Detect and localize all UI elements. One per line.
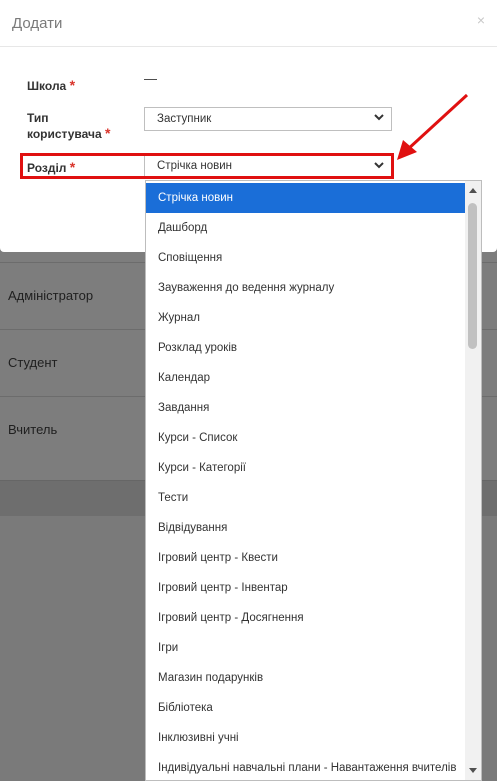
role-label: Адміністратор (8, 288, 94, 303)
dropdown-option[interactable]: Календар (146, 363, 465, 393)
school-label: Школа * (27, 77, 76, 94)
dropdown-option[interactable]: Курси - Список (146, 423, 465, 453)
section-dropdown-list: Стрічка новин Дашборд Сповіщення Зауваження… (145, 180, 482, 781)
dropdown-option[interactable]: Зауваження до ведення журналу (146, 273, 465, 303)
dropdown-option[interactable]: Дашборд (146, 213, 465, 243)
dropdown-option[interactable]: Ігровий центр - Інвентар (146, 573, 465, 603)
required-mark: * (69, 77, 76, 93)
dropdown-option[interactable]: Ігри (146, 633, 465, 663)
dropdown-option[interactable]: Журнал (146, 303, 465, 333)
required-mark: * (105, 125, 111, 141)
dropdown-option[interactable]: Відвідування (146, 513, 465, 543)
scroll-up-arrow-icon[interactable] (468, 185, 478, 195)
school-value: — (144, 71, 157, 86)
scroll-down-arrow-icon[interactable] (468, 766, 478, 776)
chevron-down-icon (374, 114, 384, 121)
dropdown-option[interactable]: Стрічка новин (146, 183, 465, 213)
dropdown-option[interactable]: Сповіщення (146, 243, 465, 273)
scrollbar-thumb[interactable] (468, 203, 477, 349)
dropdown-option[interactable]: Курси - Категорії (146, 453, 465, 483)
dropdown-option[interactable]: Ігровий центр - Досягнення (146, 603, 465, 633)
dropdown-option[interactable]: Магазин подарунків (146, 663, 465, 693)
highlight-box (20, 153, 394, 179)
role-label: Вчитель (8, 422, 58, 437)
dropdown-option[interactable]: Розклад уроків (146, 333, 465, 363)
modal-title: Додати (12, 15, 63, 32)
dropdown-option[interactable]: Завдання (146, 393, 465, 423)
close-button[interactable]: × (477, 12, 485, 28)
dropdown-option[interactable]: Інклюзивні учні (146, 723, 465, 753)
scrollbar[interactable] (465, 181, 481, 780)
dropdown-option[interactable]: Ігровий центр - Квести (146, 543, 465, 573)
dropdown-option[interactable]: Індивідуальні навчальні плани - Навантаж… (146, 753, 465, 780)
user-type-label: Тип користувача * (27, 111, 111, 141)
role-label: Студент (8, 355, 58, 370)
user-type-value: Заступник (157, 113, 212, 125)
dropdown-option[interactable]: Бібліотека (146, 693, 465, 723)
dropdown-option[interactable]: Тести (146, 483, 465, 513)
user-type-select[interactable]: Заступник (144, 107, 392, 131)
annotation-arrow-icon (397, 93, 469, 160)
modal-header: Додати × (0, 0, 497, 47)
